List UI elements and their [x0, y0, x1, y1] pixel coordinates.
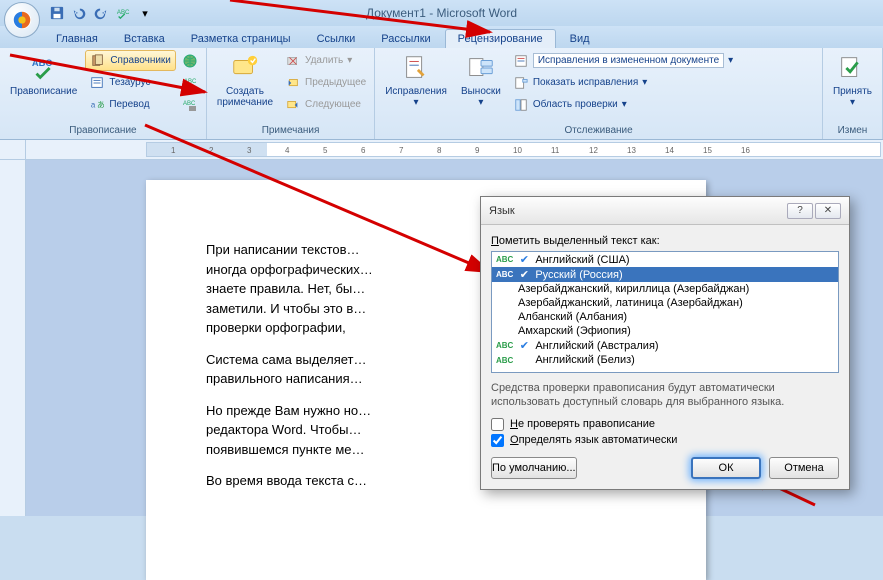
tab-review[interactable]: Рецензирование [445, 29, 556, 48]
ruler-mark: 15 [703, 146, 712, 155]
translate-button[interactable]: aあ Перевод [85, 94, 176, 115]
research-icon [90, 53, 106, 69]
set-language-button[interactable] [178, 50, 202, 71]
thesaurus-button[interactable]: Тезаурус [85, 72, 176, 93]
language-listbox[interactable]: ABC✔Английский (США)ABC✔Русский (Россия)… [491, 251, 839, 373]
language-option[interactable]: Амхарский (Эфиопия) [492, 324, 838, 338]
ruler-mark: 7 [399, 146, 403, 155]
balloons-icon [465, 52, 497, 84]
ribbon-tabs: Главная Вставка Разметка страницы Ссылки… [0, 26, 883, 48]
group-changes: Принять▾ Измен [823, 48, 883, 139]
language-dialog: Язык ? ✕ Пометить выделенный текст как: … [480, 196, 850, 490]
dialog-titlebar[interactable]: Язык ? ✕ [481, 197, 849, 225]
ruler-mark: 11 [551, 146, 559, 155]
help-button[interactable]: ? [787, 203, 813, 219]
close-button[interactable]: ✕ [815, 203, 841, 219]
tab-insert[interactable]: Вставка [112, 30, 177, 48]
ribbon: ABC Правописание Справочники Тезаурус aあ… [0, 48, 883, 140]
ruler-mark: 4 [285, 146, 289, 155]
horizontal-ruler[interactable]: 32112345678910111213141516 [0, 140, 883, 160]
ok-button[interactable]: ОК [691, 457, 761, 479]
svg-text:あ: あ [97, 100, 104, 109]
new-comment-icon [229, 52, 261, 84]
language-option[interactable]: Албанский (Албания) [492, 310, 838, 324]
group-tracking: Исправления▾ Выноски▾ Исправления в изме… [375, 48, 823, 139]
track-changes-icon [400, 52, 432, 84]
ruler-mark: 2 [209, 146, 213, 155]
ruler-mark: 8 [437, 146, 441, 155]
qat-dropdown-icon[interactable]: ▾ [136, 4, 154, 22]
tab-references[interactable]: Ссылки [305, 30, 368, 48]
display-review-icon [513, 53, 529, 69]
ruler-mark: 6 [361, 146, 365, 155]
ruler-mark: 12 [589, 146, 598, 155]
reviewing-pane-button[interactable]: Область проверки ▾ [509, 94, 739, 115]
proofing-tools-button[interactable]: ABC [178, 94, 202, 115]
research-button[interactable]: Справочники [85, 50, 176, 71]
language-option[interactable]: Азербайджанский, латиница (Азербайджан) [492, 296, 838, 310]
proofing-tools-icon: ABC [182, 97, 198, 113]
ruler-mark: 13 [627, 146, 636, 155]
language-option[interactable]: ABC✔Русский (Россия) [492, 267, 838, 282]
language-option[interactable]: ABCАнглийский (Белиз) [492, 353, 838, 367]
ruler-mark: 14 [665, 146, 674, 155]
ruler-mark: 10 [513, 146, 522, 155]
wordcount-icon: ABC123 [182, 75, 198, 91]
quick-access-toolbar: ABC ▾ [48, 4, 154, 22]
ruler-mark: 5 [323, 146, 327, 155]
word-count-button[interactable]: ABC123 [178, 72, 202, 93]
auto-detect-checkbox[interactable]: Определять язык автоматически [491, 434, 839, 447]
svg-text:123: 123 [184, 85, 195, 91]
ruler-mark: 3 [247, 146, 251, 155]
translate-icon: aあ [89, 97, 105, 113]
spelling-icon: ABC [28, 52, 60, 84]
redo-icon[interactable] [92, 4, 110, 22]
save-icon[interactable] [48, 4, 66, 22]
dialog-info-text: Средства проверки правописания будут авт… [491, 381, 839, 410]
tab-home[interactable]: Главная [44, 30, 110, 48]
ruler-mark: 1 [171, 146, 175, 155]
default-button[interactable]: По умолчанию... [491, 457, 577, 479]
delete-icon [285, 53, 301, 69]
globe-icon [182, 53, 198, 69]
group-comments: Создатьпримечание Удалить ▾ Предыдущее С… [207, 48, 375, 139]
language-option[interactable]: Азербайджанский, кириллица (Азербайджан) [492, 282, 838, 296]
spellcheck-icon[interactable]: ABC [114, 4, 132, 22]
language-option[interactable]: ABC✔Английский (США) [492, 252, 838, 267]
reviewing-pane-icon [513, 97, 529, 113]
tab-view[interactable]: Вид [558, 30, 602, 48]
next-comment-button[interactable]: Следующее [281, 94, 370, 115]
ruler-mark: 16 [741, 146, 750, 155]
thesaurus-icon [89, 75, 105, 91]
undo-icon[interactable] [70, 4, 88, 22]
group-proofing: ABC Правописание Справочники Тезаурус aあ… [0, 48, 207, 139]
display-for-review-dropdown[interactable]: Исправления в измененном документе ▾ [509, 50, 739, 71]
previous-comment-button[interactable]: Предыдущее [281, 72, 370, 93]
previous-icon [285, 75, 301, 91]
svg-text:a: a [91, 100, 96, 109]
ruler-mark: 9 [475, 146, 479, 155]
office-button[interactable] [4, 2, 40, 38]
accept-button[interactable]: Принять▾ [827, 50, 878, 110]
svg-text:ABC: ABC [31, 58, 52, 68]
language-option[interactable]: ABC✔Английский (Австралия) [492, 338, 838, 353]
cancel-button[interactable]: Отмена [769, 457, 839, 479]
accept-icon [836, 52, 868, 84]
next-icon [285, 97, 301, 113]
mark-text-label: Пометить выделенный текст как: [491, 235, 839, 247]
delete-comment-button[interactable]: Удалить ▾ [281, 50, 370, 71]
vertical-ruler[interactable] [0, 160, 26, 516]
no-check-checkbox[interactable]: Не проверять правописание [491, 418, 839, 431]
show-markup-button[interactable]: Показать исправления ▾ [509, 72, 739, 93]
new-comment-button[interactable]: Создатьпримечание [211, 50, 279, 110]
spelling-button[interactable]: ABC Правописание [4, 50, 83, 99]
balloons-button[interactable]: Выноски▾ [455, 50, 507, 110]
track-changes-button[interactable]: Исправления▾ [379, 50, 453, 110]
show-markup-icon [513, 75, 529, 91]
dialog-title: Язык [489, 205, 787, 217]
tab-mailings[interactable]: Рассылки [369, 30, 442, 48]
title-bar: ABC ▾ Документ1 - Microsoft Word [0, 0, 883, 26]
window-title: Документ1 - Microsoft Word [366, 6, 517, 20]
tab-layout[interactable]: Разметка страницы [179, 30, 303, 48]
